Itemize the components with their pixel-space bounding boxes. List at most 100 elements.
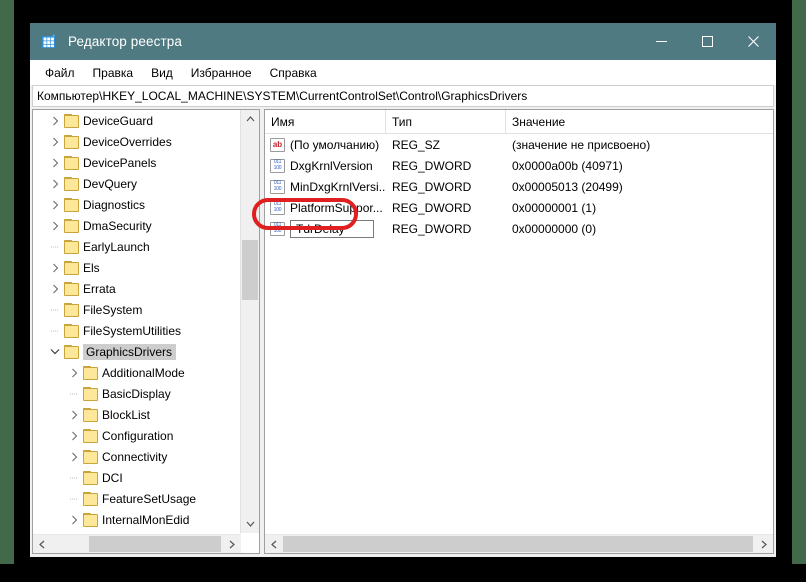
column-header-value[interactable]: Значение (506, 110, 773, 133)
folder-icon (63, 114, 79, 128)
chevron-right-icon[interactable] (66, 515, 82, 525)
chevron-right-icon[interactable] (47, 158, 63, 168)
tree-item-configuration[interactable]: Configuration (33, 425, 241, 446)
folder-icon (82, 387, 98, 401)
chevron-right-icon[interactable] (66, 431, 82, 441)
tree-item-deviceoverrides[interactable]: DeviceOverrides (33, 131, 241, 152)
folder-icon (63, 261, 79, 275)
chevron-right-icon[interactable] (47, 284, 63, 294)
minimize-button[interactable] (638, 23, 684, 60)
value-name-cell[interactable]: PlatformSuppor... (265, 200, 386, 215)
list-horizontal-track[interactable] (283, 535, 755, 553)
tree-scroll-up-button[interactable] (241, 110, 259, 128)
chevron-right-icon[interactable] (66, 410, 82, 420)
tree-horizontal-thumb[interactable] (89, 536, 221, 552)
column-header-name[interactable]: Имя (265, 110, 386, 133)
menu-view[interactable]: Вид (142, 63, 182, 83)
chevron-right-icon[interactable] (47, 116, 63, 126)
value-row[interactable]: DxgKrnlVersion REG_DWORD 0x0000a00b (40971… (265, 155, 773, 176)
chevron-right-icon[interactable] (47, 200, 63, 210)
rename-input[interactable]: TdrDelay (290, 219, 374, 238)
chevron-right-icon[interactable] (47, 137, 63, 147)
value-type-cell: REG_DWORD (392, 158, 472, 173)
list-horizontal-scrollbar[interactable] (265, 534, 773, 553)
tree-connector-dots (47, 326, 63, 336)
tree-item-graphicsdrivers[interactable]: GraphicsDrivers (33, 341, 241, 362)
tree-item-label: GraphicsDrivers (83, 343, 177, 360)
value-row[interactable]: PlatformSuppor... REG_DWORD 0x00000001 (1) (265, 197, 773, 218)
tree-horizontal-scrollbar[interactable] (33, 534, 241, 553)
tree-item-connectivity[interactable]: Connectivity (33, 446, 241, 467)
column-header-type[interactable]: Тип (386, 110, 506, 133)
tree-item-filesystem[interactable]: FileSystem (33, 299, 241, 320)
tree-vertical-scrollbar[interactable] (240, 110, 259, 533)
tree-item-dmasecurity[interactable]: DmaSecurity (33, 215, 241, 236)
tree-item-errata[interactable]: Errata (33, 278, 241, 299)
list-scroll-left-button[interactable] (265, 535, 283, 553)
value-row[interactable]: (По умолчанию) REG_SZ (значение не присвое… (265, 134, 773, 155)
tree-connector-dots (66, 494, 82, 504)
menu-favorites[interactable]: Избранное (182, 63, 261, 83)
screenshot-canvas: Редактор реестра Файл Правка Вид Избранн… (0, 0, 806, 582)
value-row[interactable]: MinDxgKrnlVersi... REG_DWORD 0x00005013 (2… (265, 176, 773, 197)
value-row[interactable]: TdrDelay REG_DWORD 0x00000000 (0) (265, 218, 773, 239)
folder-icon (63, 135, 79, 149)
list-horizontal-thumb[interactable] (283, 536, 753, 552)
maximize-button[interactable] (684, 23, 730, 60)
dword-value-icon (270, 200, 285, 215)
value-name-cell[interactable]: TdrDelay (265, 219, 386, 238)
tree-vertical-thumb[interactable] (242, 240, 258, 300)
folder-icon (82, 450, 98, 464)
list-scroll-right-button[interactable] (755, 535, 773, 553)
tree-item-diagnostics[interactable]: Diagnostics (33, 194, 241, 215)
window-controls (638, 23, 776, 60)
tree-item-earlylaunch[interactable]: EarlyLaunch (33, 236, 241, 257)
tree-item-basicdisplay[interactable]: BasicDisplay (33, 383, 241, 404)
address-bar[interactable]: Компьютер\HKEY_LOCAL_MACHINE\SYSTEM\Curr… (32, 85, 774, 107)
tree-item-filesystemutilities[interactable]: FileSystemUtilities (33, 320, 241, 341)
tree-item-devquery[interactable]: DevQuery (33, 173, 241, 194)
tree-vertical-track[interactable] (241, 128, 259, 515)
folder-icon (82, 408, 98, 422)
value-name-cell[interactable]: (По умолчанию) (265, 137, 386, 152)
folder-icon (82, 429, 98, 443)
desktop-background-right (792, 0, 806, 582)
chevron-right-icon[interactable] (47, 179, 63, 189)
tree-item-els[interactable]: Els (33, 257, 241, 278)
folder-icon (63, 198, 79, 212)
chevron-right-icon[interactable] (66, 452, 82, 462)
value-type-cell: REG_DWORD (392, 179, 472, 194)
chevron-right-icon[interactable] (66, 368, 82, 378)
window-titlebar[interactable]: Редактор реестра (30, 23, 776, 60)
tree-scroll-down-button[interactable] (241, 515, 259, 533)
tree-item-featuresetusage[interactable]: FeatureSetUsage (33, 488, 241, 509)
tree-item-label: Diagnostics (83, 197, 146, 212)
value-name-cell[interactable]: DxgKrnlVersion (265, 158, 386, 173)
chevron-down-icon[interactable] (47, 348, 63, 355)
tree-item-internalmonedid[interactable]: InternalMonEdid (33, 509, 241, 530)
chevron-right-icon[interactable] (47, 221, 63, 231)
value-name-label: MinDxgKrnlVersi... (290, 179, 386, 194)
tree-item-devicepanels[interactable]: DevicePanels (33, 152, 241, 173)
menu-edit[interactable]: Правка (84, 63, 143, 83)
tree-item-monitordatastor[interactable]: MonitorDataStor (33, 530, 241, 533)
dword-value-icon (270, 158, 285, 173)
menu-file[interactable]: Файл (36, 63, 84, 83)
folder-icon (63, 303, 79, 317)
tree-horizontal-track[interactable] (51, 535, 223, 553)
folder-icon (63, 156, 79, 170)
tree-item-deviceguard[interactable]: DeviceGuard (33, 110, 241, 131)
chevron-right-icon[interactable] (47, 263, 63, 273)
tree-item-label: FileSystem (83, 302, 143, 317)
tree-scroll-left-button[interactable] (33, 535, 51, 553)
tree-item-dci[interactable]: DCI (33, 467, 241, 488)
tree-scroll-right-button[interactable] (223, 535, 241, 553)
menu-help[interactable]: Справка (261, 63, 326, 83)
tree-item-label: EarlyLaunch (83, 239, 150, 254)
folder-icon (82, 492, 98, 506)
tree-item-additionalmode[interactable]: AdditionalMode (33, 362, 241, 383)
desktop-background-left (0, 0, 14, 582)
value-name-cell[interactable]: MinDxgKrnlVersi... (265, 179, 386, 194)
close-button[interactable] (730, 23, 776, 60)
tree-item-blocklist[interactable]: BlockList (33, 404, 241, 425)
